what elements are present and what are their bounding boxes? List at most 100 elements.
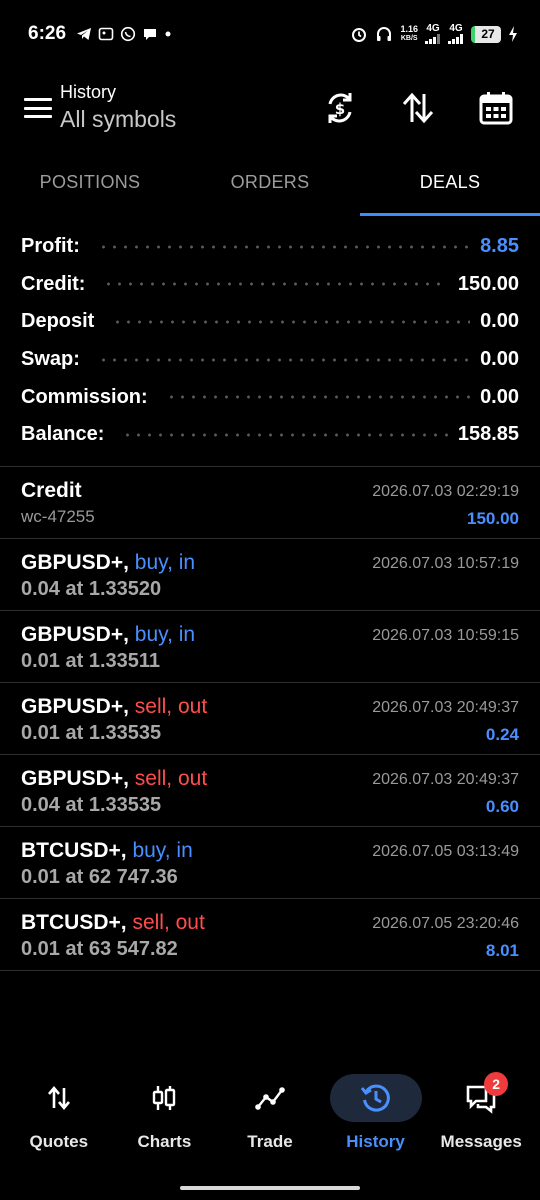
dotted-leader bbox=[97, 356, 471, 363]
deal-symbol: GBPUSD+, bbox=[21, 767, 129, 790]
deal-row[interactable]: BTCUSD+, sell, out 0.01 at 63 547.82 202… bbox=[0, 899, 540, 971]
nav-label: History bbox=[346, 1132, 405, 1151]
signal-2: 4G bbox=[448, 24, 464, 44]
battery-indicator: 27 bbox=[471, 25, 501, 43]
deal-detail: 0.04 at 1.33535 bbox=[21, 794, 162, 816]
dotted-leader bbox=[103, 281, 448, 288]
deal-symbol: GBPUSD+, bbox=[21, 623, 129, 646]
summary-value: 8.85 bbox=[480, 235, 519, 258]
deal-profit: 8.01 bbox=[485, 941, 519, 960]
bottom-navigation: Quotes Charts Trade History 2 Messages bbox=[0, 1068, 540, 1168]
deal-symbol: BTCUSD+, bbox=[21, 911, 127, 934]
app-toolbar: History All symbols $ bbox=[0, 68, 540, 148]
alarm-icon bbox=[352, 28, 367, 42]
summary-row-balance: Balance: 158.85 bbox=[0, 416, 540, 454]
whatsapp-icon bbox=[120, 26, 136, 42]
dotted-leader bbox=[112, 318, 471, 325]
signal-1: 4G bbox=[425, 24, 441, 44]
menu-button[interactable] bbox=[8, 78, 68, 138]
deal-row[interactable]: GBPUSD+, buy, in 0.01 at 1.33511 2026.07… bbox=[0, 611, 540, 683]
summary-row-deposit: Deposit 0.00 bbox=[0, 303, 540, 341]
deals-summary: Profit: 8.85 Credit: 150.00 Deposit 0.00… bbox=[0, 228, 540, 454]
chat-icon bbox=[144, 29, 157, 40]
deal-direction: sell, out bbox=[134, 767, 208, 790]
nav-label: Messages bbox=[440, 1132, 522, 1151]
deal-direction: sell, out bbox=[132, 911, 205, 934]
deal-time: 2026.07.03 02:29:19 bbox=[372, 483, 519, 500]
status-right: 1.16 KB/S 4G 4G 27 bbox=[350, 24, 518, 44]
summary-label: Balance: bbox=[21, 423, 105, 446]
deal-time: 2026.07.05 03:13:49 bbox=[372, 843, 519, 860]
deal-row[interactable]: GBPUSD+, sell, out 0.01 at 1.33535 2026.… bbox=[0, 683, 540, 755]
summary-row-swap: Swap: 0.00 bbox=[0, 341, 540, 379]
currency-exchange-icon: $ bbox=[328, 93, 352, 123]
headphones-icon bbox=[377, 27, 392, 41]
deal-detail: 0.01 at 1.33511 bbox=[21, 650, 161, 672]
charging-icon bbox=[509, 26, 517, 42]
summary-row-profit: Profit: 8.85 bbox=[0, 228, 540, 266]
history-clock-icon bbox=[360, 1084, 390, 1112]
deal-direction: buy, in bbox=[134, 623, 196, 646]
nav-charts[interactable]: Charts bbox=[112, 1068, 216, 1168]
symbol-filter-label: All symbols bbox=[60, 106, 177, 132]
network-speed: 1.16 KB/S bbox=[400, 24, 418, 43]
signal-bars-icon bbox=[425, 34, 440, 44]
deal-row[interactable]: GBPUSD+, sell, out 0.04 at 1.33535 2026.… bbox=[0, 755, 540, 827]
nav-trade[interactable]: Trade bbox=[218, 1068, 322, 1168]
home-indicator[interactable] bbox=[180, 1186, 360, 1190]
deal-detail: wc-47255 bbox=[21, 507, 95, 526]
deal-direction: sell, out bbox=[134, 695, 208, 718]
deal-symbol: BTCUSD+, bbox=[21, 839, 127, 862]
deal-detail: 0.01 at 62 747.36 bbox=[21, 866, 178, 888]
quotes-arrows-icon bbox=[47, 1085, 70, 1111]
deal-detail: 0.04 at 1.33520 bbox=[21, 578, 162, 600]
symbol-selector[interactable]: History All symbols bbox=[60, 81, 176, 135]
deal-time: 2026.07.03 10:59:15 bbox=[372, 627, 519, 644]
nav-quotes[interactable]: Quotes bbox=[7, 1068, 111, 1168]
deal-row[interactable]: BTCUSD+, buy, in 0.01 at 62 747.36 2026.… bbox=[0, 827, 540, 899]
tab-positions[interactable]: POSITIONS bbox=[0, 148, 180, 216]
deal-direction: buy, in bbox=[132, 839, 193, 862]
nav-history[interactable]: History bbox=[324, 1068, 428, 1168]
dot-icon bbox=[165, 31, 171, 37]
currency-exchange-button[interactable]: $ bbox=[310, 78, 370, 138]
calendar-icon bbox=[479, 92, 513, 125]
deal-symbol: GBPUSD+, bbox=[21, 695, 129, 718]
summary-row-credit: Credit: 150.00 bbox=[0, 266, 540, 304]
sort-button[interactable] bbox=[388, 78, 448, 138]
summary-label: Swap: bbox=[21, 348, 80, 371]
deal-detail: 0.01 at 1.33535 bbox=[21, 722, 162, 744]
status-bar: 6:26 1.16 KB/S 4G 4G 27 bbox=[0, 0, 540, 68]
summary-label: Deposit bbox=[21, 310, 95, 333]
summary-value: 0.00 bbox=[480, 310, 519, 333]
deal-detail: 0.01 at 63 547.82 bbox=[21, 938, 178, 960]
summary-label: Commission: bbox=[21, 385, 148, 408]
signal-bars-icon bbox=[448, 34, 463, 44]
unread-badge: 2 bbox=[484, 1072, 509, 1096]
summary-value: 150.00 bbox=[457, 272, 519, 295]
deal-row[interactable]: Credit wc-47255 2026.07.03 02:29:19 150.… bbox=[0, 467, 540, 539]
summary-value: 158.85 bbox=[457, 423, 519, 446]
nav-label: Quotes bbox=[29, 1132, 89, 1151]
nav-messages[interactable]: 2 Messages bbox=[429, 1068, 533, 1168]
dotted-leader bbox=[97, 243, 471, 250]
deal-time: 2026.07.03 10:57:19 bbox=[372, 555, 519, 572]
deal-profit: 0.60 bbox=[485, 797, 519, 816]
deal-row[interactable]: GBPUSD+, buy, in 0.04 at 1.33520 2026.07… bbox=[0, 539, 540, 611]
summary-row-commission: Commission: 0.00 bbox=[0, 378, 540, 416]
nav-label: Charts bbox=[137, 1132, 192, 1151]
deal-symbol: GBPUSD+, bbox=[21, 551, 129, 574]
date-range-button[interactable] bbox=[466, 78, 526, 138]
summary-label: Profit: bbox=[21, 235, 80, 258]
dotted-leader bbox=[122, 431, 448, 438]
deal-direction: buy, in bbox=[134, 551, 196, 574]
deals-list: Credit wc-47255 2026.07.03 02:29:19 150.… bbox=[0, 466, 540, 971]
summary-value: 0.00 bbox=[480, 385, 519, 408]
hamburger-icon bbox=[24, 98, 52, 118]
tab-deals[interactable]: DEALS bbox=[360, 148, 540, 216]
candlestick-icon bbox=[153, 1086, 176, 1110]
deal-profit: 150.00 bbox=[467, 509, 519, 528]
deal-time: 2026.07.03 20:49:37 bbox=[372, 699, 519, 716]
tab-orders[interactable]: ORDERS bbox=[180, 148, 360, 216]
dotted-leader bbox=[165, 394, 471, 401]
